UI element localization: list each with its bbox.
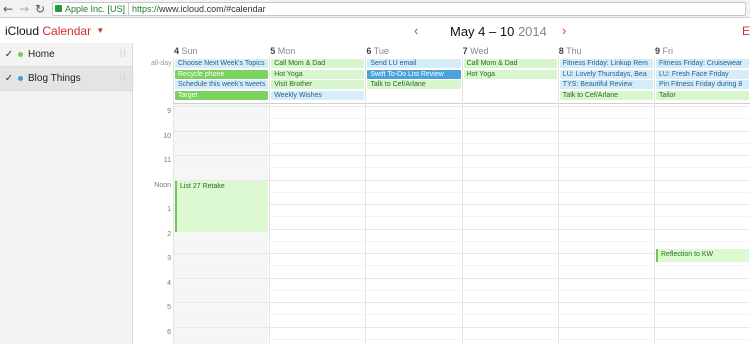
day-name: Sun [179, 46, 198, 56]
half-hour-gridline [173, 240, 750, 242]
shared-calendar-icon[interactable]: )) [119, 49, 126, 59]
calendar-list-sidebar: ✓ Home )) ✓ Blog Things )) [0, 43, 133, 344]
all-day-event[interactable]: Hot Yoga [463, 69, 557, 79]
day-name: Fri [660, 46, 674, 56]
half-hour-gridline [173, 289, 750, 291]
all-day-event[interactable]: Pin Fitness Friday during 8 [656, 80, 750, 89]
timed-event[interactable]: List 27 Retake [175, 181, 269, 232]
all-day-label: all-day [151, 60, 172, 67]
timed-event[interactable]: Reflection to KW [656, 249, 750, 262]
all-day-event[interactable]: TYS: Beautiful Review [559, 80, 653, 89]
next-week-button[interactable]: › [562, 23, 566, 38]
browser-toolbar: ← → ↻ Apple Inc. [US] https:// www.iclou… [0, 0, 750, 18]
ev-certificate-badge[interactable]: Apple Inc. [US] [55, 2, 130, 15]
half-hour-gridline [173, 314, 750, 316]
reload-icon[interactable]: ↻ [32, 1, 48, 17]
day-column-divider [365, 57, 367, 344]
all-day-event[interactable]: Visit Brother [271, 80, 365, 89]
day-name: Thu [563, 46, 582, 56]
all-day-event[interactable]: Swift To-Do List Review [367, 69, 461, 79]
week-grid[interactable]: all-day 4 Sun 5 Mon 6 Tue 7 Wed 8 Thu 9 Fri 9 1… [133, 43, 750, 344]
week-range-title: May 4 – 10 2014 [450, 24, 547, 39]
all-day-event[interactable]: Call Mom & Dad [463, 59, 557, 68]
brand-label: iCloud [5, 24, 40, 38]
shared-calendar-icon[interactable]: )) [119, 73, 126, 83]
ev-label: Apple Inc. [US] [65, 3, 126, 14]
all-day-event[interactable]: Weekly Wishes [271, 90, 365, 100]
day-name: Tue [371, 46, 389, 56]
day-column-divider [557, 57, 559, 344]
week-year: 2014 [517, 24, 547, 39]
hour-label: 2 [167, 230, 171, 238]
calendar-item-label: Blog Things [28, 73, 81, 84]
half-hour-gridline [173, 142, 750, 144]
lock-icon [55, 5, 62, 12]
day-header[interactable]: 8 Thu [559, 46, 582, 56]
url-scheme: https:// [132, 3, 160, 14]
chevron-down-icon[interactable]: ▼ [96, 26, 104, 35]
calendar-item-blog-things[interactable]: ✓ Blog Things )) [0, 67, 132, 91]
calendar-item-home[interactable]: ✓ Home )) [0, 43, 132, 67]
all-day-event[interactable]: Send LU email [367, 59, 461, 68]
url-text: www.icloud.com/#calendar [159, 3, 266, 14]
day-header[interactable]: 9 Fri [655, 46, 673, 56]
day-header[interactable]: 5 Mon [270, 46, 295, 56]
hour-label: 4 [167, 279, 171, 287]
day-header[interactable]: 7 Wed [463, 46, 489, 56]
clipped-header-button[interactable]: E [742, 24, 750, 38]
day-header[interactable]: 4 Sun [174, 46, 198, 56]
hour-label: 9 [167, 108, 171, 115]
day-column-divider [461, 57, 463, 344]
hour-label: Noon [154, 181, 171, 189]
day-column-divider [269, 57, 271, 344]
forward-arrow-icon[interactable]: → [16, 1, 32, 17]
checkmark-icon[interactable]: ✓ [0, 73, 18, 84]
all-day-event[interactable]: Tailor [656, 90, 750, 100]
all-day-event[interactable]: LU: Lovely Thursdays, Bea [559, 69, 653, 79]
calendar-header: iCloud Calendar ▼ ‹ May 4 – 10 2014 › E [0, 19, 750, 44]
app-title[interactable]: iCloud Calendar ▼ [5, 24, 104, 38]
half-hour-gridline [173, 167, 750, 169]
calendar-color-dot [18, 52, 23, 57]
day-column-divider [173, 57, 174, 344]
week-range: May 4 – 10 [450, 24, 515, 39]
hour-gridline [173, 277, 750, 279]
all-day-event[interactable]: Talk to Cef/Arlane [367, 80, 461, 89]
calendar-item-label: Home [28, 49, 55, 60]
hour-gridline [173, 326, 750, 328]
day-name: Wed [467, 46, 489, 56]
previous-week-button[interactable]: ‹ [414, 23, 418, 38]
all-day-event[interactable]: Recycle phone [175, 69, 269, 79]
all-day-event[interactable]: Hot Yoga [271, 69, 365, 79]
all-day-event[interactable]: LU: Fresh Face Friday [656, 69, 750, 79]
all-day-event[interactable]: Fitness Friday: Linkup Rem [559, 59, 653, 68]
calendar-color-dot [18, 76, 23, 81]
all-day-event[interactable]: Fitness Friday: Cruisewear [656, 59, 750, 68]
hour-label: 1 [167, 206, 171, 213]
hour-label: 6 [167, 328, 171, 336]
app-name-label: Calendar [42, 24, 92, 38]
checkmark-icon[interactable]: ✓ [0, 49, 18, 60]
half-hour-gridline [173, 265, 750, 267]
day-name: Mon [275, 46, 296, 56]
hour-gridline [173, 302, 750, 303]
all-day-event[interactable]: Schedule this week's tweets [175, 80, 269, 89]
half-hour-gridline [173, 338, 750, 340]
hour-gridline [173, 106, 750, 107]
hour-label: 11 [163, 157, 171, 164]
hour-gridline [173, 130, 750, 132]
all-day-event[interactable]: Target [175, 90, 269, 100]
hour-gridline [173, 155, 750, 156]
back-arrow-icon[interactable]: ← [0, 1, 16, 17]
all-day-event[interactable]: Talk to Cef/Arlane [559, 90, 653, 100]
half-hour-gridline [173, 118, 750, 120]
day-column-divider [654, 57, 655, 344]
all-day-event[interactable]: Choose Next Week's Topics [175, 59, 269, 68]
all-day-event[interactable]: Call Mom & Dad [271, 59, 365, 68]
day-header[interactable]: 6 Tue [366, 46, 389, 56]
hour-label: 10 [163, 132, 171, 140]
hour-label: 5 [167, 304, 171, 311]
hour-label: 3 [167, 255, 171, 262]
address-bar[interactable]: Apple Inc. [US] https:// www.icloud.com/… [52, 1, 746, 16]
